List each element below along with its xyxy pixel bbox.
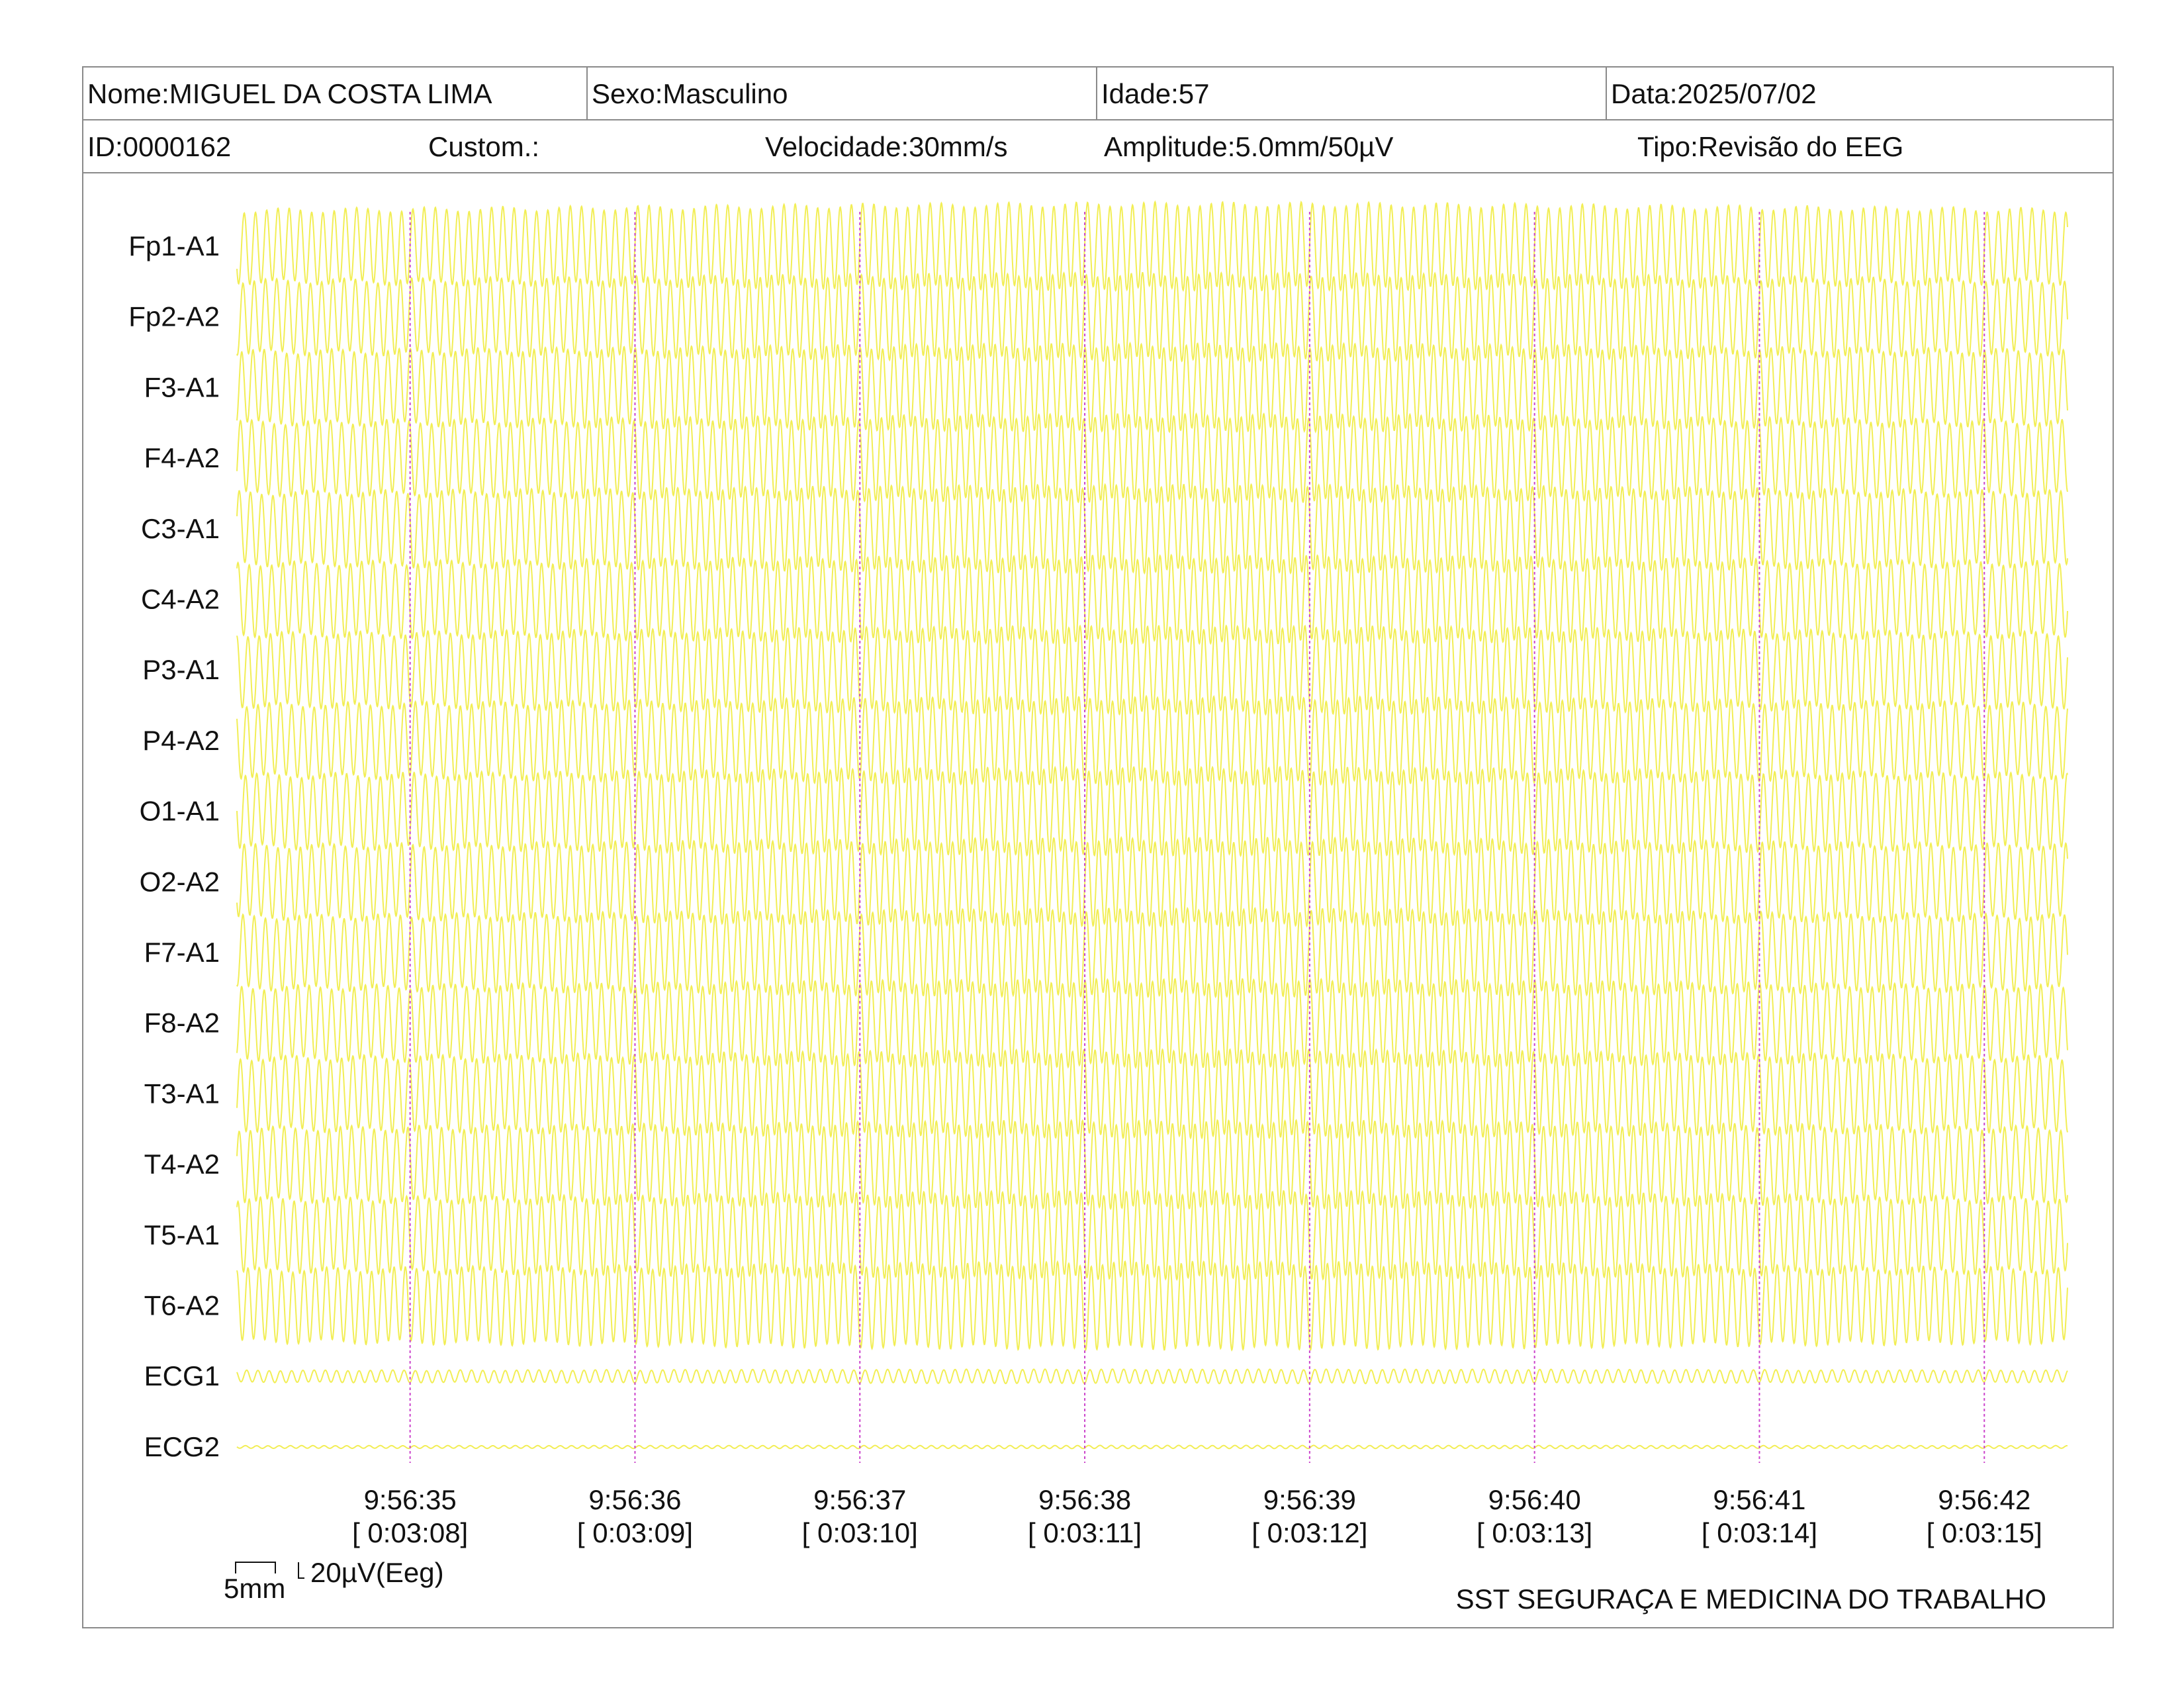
trace-ecg1: [236, 1368, 2068, 1385]
channel-label: T4-A2: [144, 1149, 220, 1180]
eeg-plot: Fp1-A1 Fp2-A2 F3-A1 F4-A2 C3-A1 C4-A2 P3-A1 P4-…: [128, 200, 2068, 1604]
time-mark-elapsed: [ 0:03:09]: [577, 1517, 693, 1548]
channel-label: T6-A2: [144, 1290, 220, 1321]
time-mark-clock: 9:56:36: [588, 1484, 681, 1515]
channel-label: Fp1-A1: [128, 230, 220, 261]
trace-o2-a2: [236, 835, 2068, 928]
channel-label: P3-A1: [142, 654, 220, 685]
report-frame: Nome:MIGUEL DA COSTA LIMA Sexo:Masculino…: [82, 66, 2114, 1628]
channel-label: T3-A1: [144, 1078, 220, 1109]
time-mark-elapsed: [ 0:03:13]: [1477, 1517, 1592, 1548]
channel-label: C3-A1: [141, 513, 220, 544]
channel-label: T5-A1: [144, 1219, 220, 1250]
trace-fp1-a1: [236, 200, 2068, 292]
amplitude-scale-bar: [298, 1562, 304, 1579]
channel-label: P4-A2: [142, 725, 220, 756]
trace-ecg2: [236, 1444, 2068, 1450]
channel-label: F7-A1: [144, 937, 220, 968]
trace-c3-a1: [236, 483, 2068, 575]
amplitude-scale-label: 20µV(Eeg): [310, 1557, 444, 1588]
time-mark-clock: 9:56:40: [1488, 1484, 1581, 1515]
time-mark-elapsed: [ 0:03:11]: [1028, 1517, 1142, 1548]
channel-label: C4-A2: [141, 584, 220, 615]
channel-label: O1-A1: [140, 796, 220, 827]
channel-label: F4-A2: [144, 442, 220, 473]
channel-label: ECG2: [144, 1431, 220, 1462]
time-mark-clock: 9:56:42: [1938, 1484, 2030, 1515]
trace-p3-a1: [236, 624, 2068, 716]
time-mark-clock: 9:56:38: [1038, 1484, 1131, 1515]
channel-label: ECG1: [144, 1360, 220, 1391]
channel-label: O2-A2: [140, 866, 220, 897]
channel-label: F3-A1: [144, 371, 220, 402]
time-mark-elapsed: [ 0:03:10]: [802, 1517, 918, 1548]
time-mark-clock: 9:56:35: [364, 1484, 457, 1515]
time-scale-bar: [235, 1562, 276, 1573]
time-mark-elapsed: [ 0:03:15]: [1927, 1517, 2042, 1548]
time-mark-elapsed: [ 0:03:14]: [1702, 1517, 1817, 1548]
time-mark-clock: 9:56:39: [1263, 1484, 1356, 1515]
trace-t5-a1: [236, 1189, 2068, 1282]
time-mark-clock: 9:56:41: [1713, 1484, 1805, 1515]
trace-c4-a2: [236, 553, 2068, 645]
trace-f3-a1: [236, 341, 2068, 434]
trace-t3-a1: [236, 1048, 2068, 1140]
channel-label: F8-A2: [144, 1008, 220, 1039]
trace-t6-a2: [236, 1259, 2068, 1352]
trace-f4-a2: [236, 412, 2068, 504]
trace-t4-a2: [236, 1119, 2068, 1211]
trace-p4-a2: [236, 694, 2068, 787]
time-mark-elapsed: [ 0:03:12]: [1251, 1517, 1367, 1548]
time-mark-elapsed: [ 0:03:08]: [352, 1517, 468, 1548]
time-mark-clock: 9:56:37: [813, 1484, 906, 1515]
company-name: SST SEGURAÇA E MEDICINA DO TRABALHO: [1455, 1583, 2046, 1615]
time-scale-label: 5mm: [224, 1573, 285, 1604]
channel-label: Fp2-A2: [128, 301, 220, 332]
